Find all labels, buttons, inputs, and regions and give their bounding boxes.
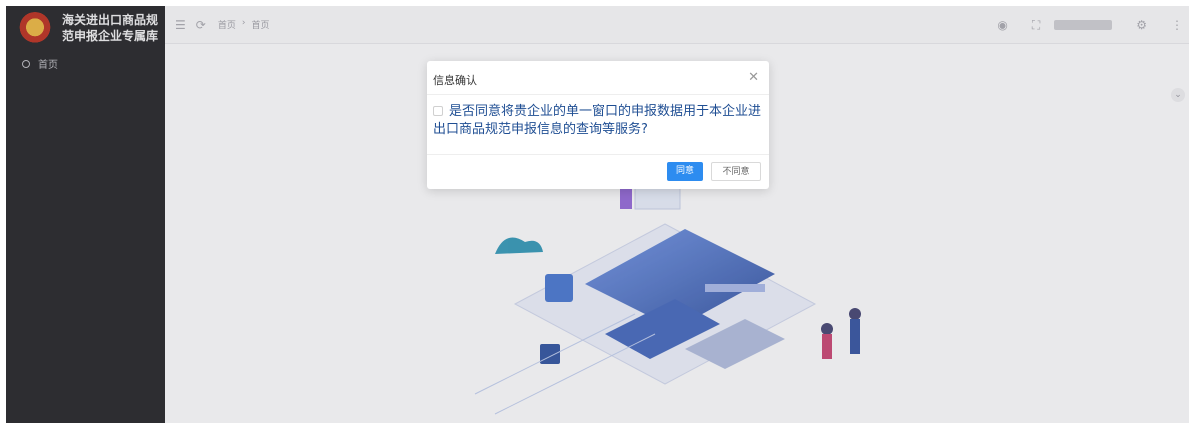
reject-button[interactable]: 不同意 <box>711 162 761 181</box>
close-icon[interactable]: ✕ <box>748 70 759 85</box>
dialog-message: 是否同意将贵企业的单一窗口的申报数据用于本企业进出口商品规范申报信息的查询等服务… <box>433 103 763 139</box>
confirm-dialog: 信息确认 ✕ 是否同意将贵企业的单一窗口的申报数据用于本企业进出口商品规范申报信… <box>427 61 769 189</box>
consent-checkbox[interactable] <box>433 106 443 116</box>
dialog-title: 信息确认 <box>433 74 477 87</box>
dialog-message-text: 是否同意将贵企业的单一窗口的申报数据用于本企业进出口商品规范申报信息的查询等服务… <box>433 104 762 137</box>
agree-button[interactable]: 同意 <box>667 162 703 181</box>
dialog-header: 信息确认 ✕ <box>427 61 769 95</box>
dialog-divider <box>427 154 769 155</box>
app-frame: 海关进出口商品规 范申报企业专属库 首页 ☰ ⟳ 首页 › 首页 ◉ ⛶ ⚙ ⋮ <box>6 6 1189 423</box>
